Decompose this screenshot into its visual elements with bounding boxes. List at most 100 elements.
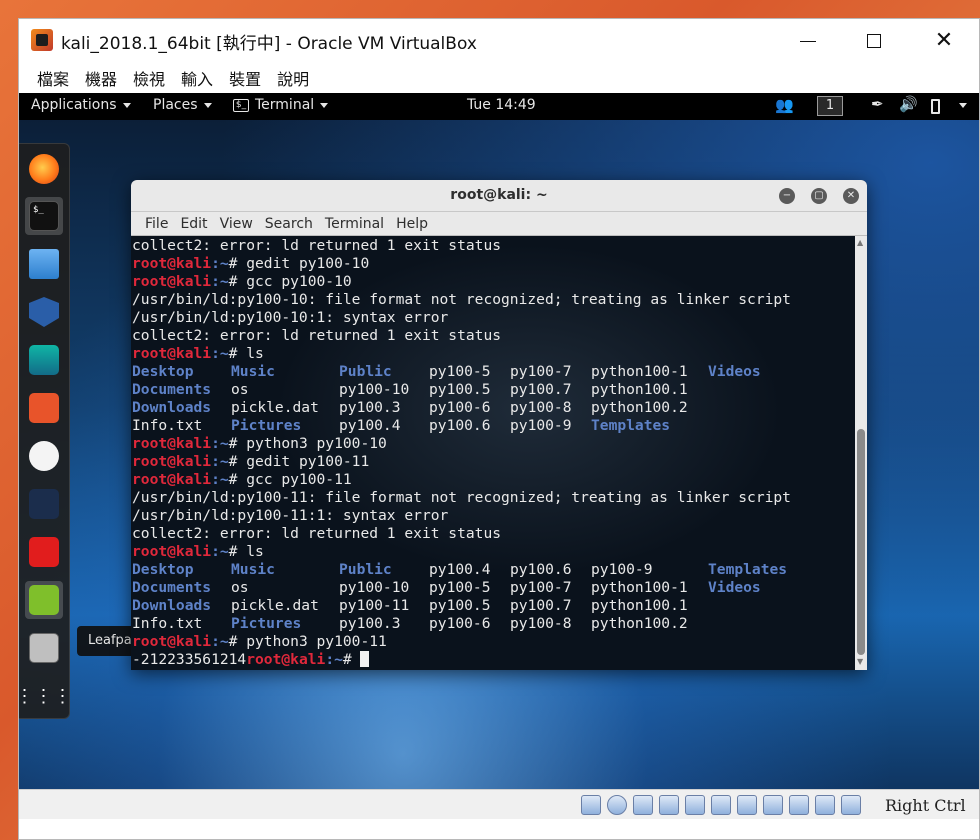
show-applications-icon: ⋮⋮⋮	[19, 685, 73, 707]
directory-entry: Music	[231, 363, 275, 380]
terminal-output-line: /usr/bin/ld:py100-11:1: syntax error	[132, 507, 449, 524]
prompt-user: root@kali	[132, 543, 212, 560]
file-entry: py100-10	[339, 381, 410, 398]
dock-item-keyboard[interactable]	[25, 629, 63, 667]
scroll-up-icon[interactable]: ▲	[857, 238, 863, 247]
terminal-maximize-button[interactable]: ▢	[811, 188, 827, 204]
terminal-scrollbar[interactable]: ▲ ▼	[855, 236, 867, 670]
menu-input[interactable]: 輸入	[173, 66, 221, 90]
terminal-menu-terminal[interactable]: Terminal	[319, 216, 390, 232]
program-output: -212233561214	[132, 651, 247, 668]
maximize-button[interactable]	[851, 19, 897, 63]
prompt-symbol: #	[228, 273, 247, 290]
menu-machine[interactable]: 機器	[77, 66, 125, 90]
terminal-command-line: root@kali:~# gcc py100-10	[132, 273, 854, 291]
terminal-menu-help[interactable]: Help	[390, 216, 434, 232]
applications-label: Applications	[31, 97, 117, 113]
menu-devices[interactable]: 裝置	[221, 66, 269, 90]
directory-entry: Desktop	[132, 561, 194, 578]
usb-icon[interactable]	[685, 795, 705, 815]
directory-entry: Documents	[132, 579, 212, 596]
close-icon: ✕	[934, 28, 954, 53]
shared-folders-icon[interactable]	[711, 795, 731, 815]
file-entry: py100-6	[429, 615, 491, 632]
prompt-path: :~	[211, 543, 229, 560]
file-entry: py100.3	[339, 399, 401, 416]
terminal-menu-file[interactable]: File	[139, 216, 174, 232]
file-entry: os	[231, 381, 249, 398]
menu-help[interactable]: 說明	[269, 66, 317, 90]
dock-item-faraday[interactable]	[25, 533, 63, 571]
battery-icon[interactable]	[931, 99, 940, 114]
audio-icon[interactable]	[633, 795, 653, 815]
prompt-user: root@kali	[132, 435, 212, 452]
menu-view[interactable]: 檢視	[125, 66, 173, 90]
file-entry: py100-7	[510, 363, 572, 380]
terminal-titlebar[interactable]: root@kali: ~ − ▢ ✕	[131, 180, 867, 212]
system-menu[interactable]	[953, 97, 967, 113]
terminal-app-menu[interactable]: $_ Terminal	[233, 97, 329, 113]
command-text: gedit py100-10	[246, 255, 370, 272]
terminal-output-line: /usr/bin/ld:py100-10: file format not re…	[132, 291, 791, 308]
cpu-icon[interactable]	[789, 795, 809, 815]
clock[interactable]: Tue 14:49	[467, 97, 536, 113]
display-icon[interactable]	[737, 795, 757, 815]
terminal-command-line: root@kali:~# ls	[132, 543, 854, 561]
terminal-current-prompt: -212233561214root@kali:~#	[132, 651, 854, 669]
directory-entry: Documents	[132, 381, 212, 398]
terminal-output-line: /usr/bin/ld:py100-11: file format not re…	[132, 489, 791, 506]
workspace-indicator[interactable]: 1	[817, 96, 843, 116]
terminal-close-button[interactable]: ✕	[843, 188, 859, 204]
network-icon[interactable]	[659, 795, 679, 815]
optical-drive-icon[interactable]	[607, 795, 627, 815]
scroll-down-icon[interactable]: ▼	[857, 657, 863, 666]
mouse-integration-icon[interactable]	[841, 795, 861, 815]
dock-item-metasploit[interactable]	[25, 293, 63, 331]
minimize-button[interactable]	[785, 19, 831, 63]
terminal-command-line: root@kali:~# python3 py100-10	[132, 435, 854, 453]
volume-icon[interactable]: 🔊	[899, 95, 918, 113]
command-text: gcc py100-10	[246, 273, 352, 290]
file-entry: Info.txt	[132, 417, 203, 434]
virtualbox-app-icon	[31, 29, 53, 51]
terminal-window[interactable]: root@kali: ~ − ▢ ✕ File Edit View Search…	[131, 180, 867, 670]
dock-item-leafpad[interactable]	[25, 581, 63, 619]
dock-item-firefox[interactable]	[25, 150, 63, 188]
terminal-menu-edit[interactable]: Edit	[174, 216, 213, 232]
dock-item-files[interactable]	[25, 245, 63, 283]
video-capture-icon[interactable]	[763, 795, 783, 815]
close-button[interactable]: ✕	[921, 19, 967, 63]
dock-item-maltego[interactable]	[25, 437, 63, 475]
vt-x-icon[interactable]	[815, 795, 835, 815]
terminal-menu-view[interactable]: View	[214, 216, 259, 232]
show-applications-button[interactable]: ⋮⋮⋮	[19, 677, 73, 715]
scrollbar-thumb[interactable]	[857, 429, 865, 655]
chevron-down-icon	[122, 102, 131, 108]
file-entry: py100-8	[510, 399, 572, 416]
ls-output-row: Documents os py100-10 py100-5 py100-7 python1…	[132, 579, 854, 597]
dock-item-burpsuite[interactable]	[25, 389, 63, 427]
people-icon[interactable]: 👥	[775, 96, 794, 114]
vbox-window-title: kali_2018.1_64bit [執行中] - Oracle VM Virt…	[61, 34, 477, 54]
menu-file[interactable]: 檔案	[29, 66, 77, 90]
file-entry: py100.5	[429, 381, 491, 398]
terminal-minimize-button[interactable]: −	[779, 188, 795, 204]
pen-icon[interactable]: ✒	[871, 95, 884, 113]
places-menu[interactable]: Places	[153, 97, 212, 113]
directory-entry: Templates	[591, 417, 671, 434]
host-key-label: Right Ctrl	[885, 796, 966, 815]
prompt-symbol: #	[228, 453, 247, 470]
terminal-output[interactable]: collect2: error: ld returned 1 exit stat…	[131, 236, 855, 670]
file-entry: py100.7	[510, 381, 572, 398]
applications-menu[interactable]: Applications	[31, 97, 131, 113]
terminal-menu-search[interactable]: Search	[259, 216, 319, 232]
file-entry: pickle.dat	[231, 399, 319, 416]
dock-item-beef[interactable]	[25, 485, 63, 523]
guest-screen[interactable]: Applications Places $_ Terminal Tue 14:49…	[19, 93, 979, 789]
hard-disk-icon[interactable]	[581, 795, 601, 815]
vbox-menubar: 檔案 機器 檢視 輸入 裝置 說明	[19, 63, 979, 93]
beef-icon	[29, 489, 59, 519]
dock-item-terminal[interactable]: $_	[25, 197, 63, 235]
vbox-titlebar[interactable]: kali_2018.1_64bit [執行中] - Oracle VM Virt…	[19, 19, 979, 63]
dock-item-armitage[interactable]	[25, 341, 63, 379]
